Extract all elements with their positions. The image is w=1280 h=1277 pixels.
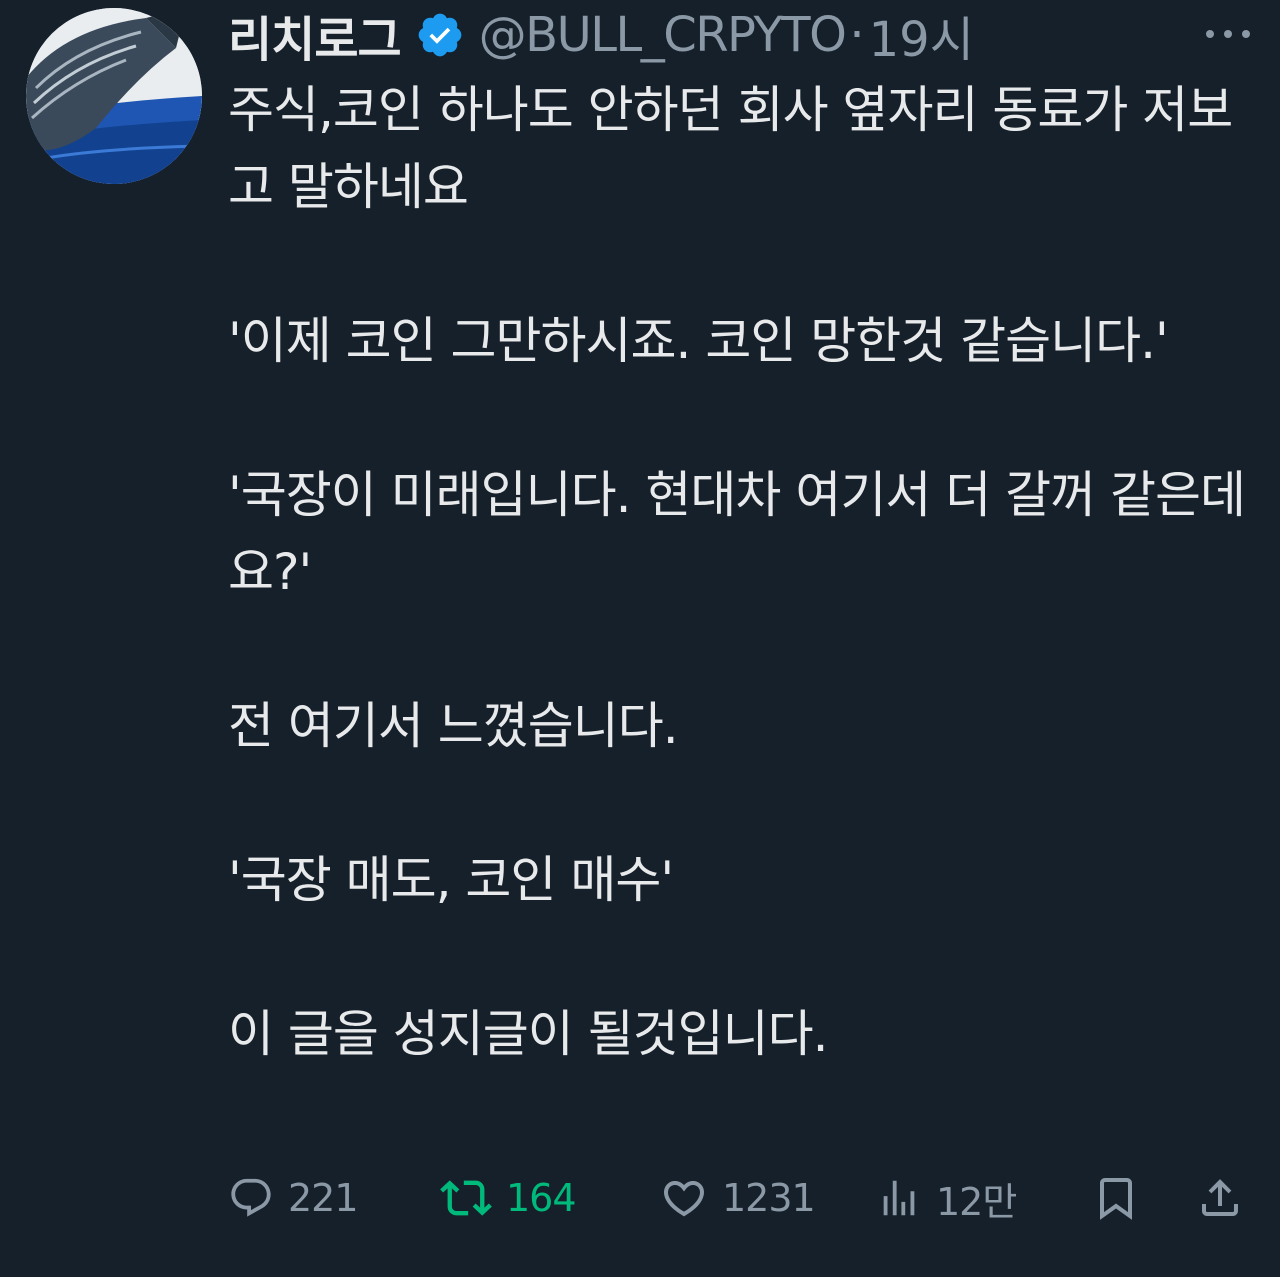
tweet-paragraph: '이제 코인 그만하시죠. 코인 망한것 같습니다.' [228, 312, 1169, 370]
share-icon [1196, 1172, 1244, 1224]
author-handle[interactable]: @BULL_CRPYTO [479, 7, 847, 63]
tweet-paragraph: 주식,코인 하나도 안하던 회사 옆자리 동료가 저보고 말하네요 [228, 81, 1233, 216]
like-button[interactable]: 1231 [660, 1168, 816, 1228]
tweet-timestamp[interactable]: 19시 [869, 0, 974, 70]
tweet: 리치로그 @BULL_CRPYTO · 19시 주식,코인 하나도 안하던 회사… [0, 0, 1280, 1277]
views-button[interactable]: 12만 [876, 1168, 1017, 1228]
reply-count: 221 [288, 1176, 359, 1220]
share-button[interactable] [1196, 1168, 1244, 1228]
heart-icon [660, 1174, 708, 1222]
tweet-paragraph: 이 글을 성지글이 될것입니다. [228, 1005, 829, 1063]
retweet-count: 164 [506, 1176, 577, 1220]
more-options-icon[interactable] [1206, 20, 1250, 48]
verified-badge-icon [415, 10, 465, 60]
author-avatar[interactable] [26, 8, 202, 184]
bookmark-icon [1092, 1172, 1140, 1224]
views-count: 12만 [936, 1179, 1017, 1224]
like-count: 1231 [722, 1176, 816, 1220]
author-display-name[interactable]: 리치로그 [228, 0, 402, 70]
reply-icon [228, 1175, 274, 1221]
tweet-text: 주식,코인 하나도 안하던 회사 옆자리 동료가 저보고 말하네요 '이제 코인… [228, 72, 1248, 1073]
retweet-icon [440, 1172, 492, 1224]
separator-dot: · [849, 7, 865, 63]
tweet-paragraph: '국장 매도, 코인 매수' [228, 851, 674, 909]
tweet-paragraph: '국장이 미래입니다. 현대차 여기서 더 갈꺼 같은데요?' [228, 466, 1246, 601]
reply-button[interactable]: 221 [228, 1168, 359, 1228]
tweet-paragraph: 전 여기서 느꼈습니다. [228, 697, 679, 755]
whale-avatar-image [26, 8, 202, 184]
tweet-action-bar: 221 164 1231 12만 [226, 1168, 1250, 1228]
analytics-icon [876, 1175, 922, 1221]
bookmark-button[interactable] [1092, 1168, 1140, 1228]
tweet-header: 리치로그 @BULL_CRPYTO · 19시 [228, 0, 974, 70]
retweet-button[interactable]: 164 [440, 1168, 577, 1228]
